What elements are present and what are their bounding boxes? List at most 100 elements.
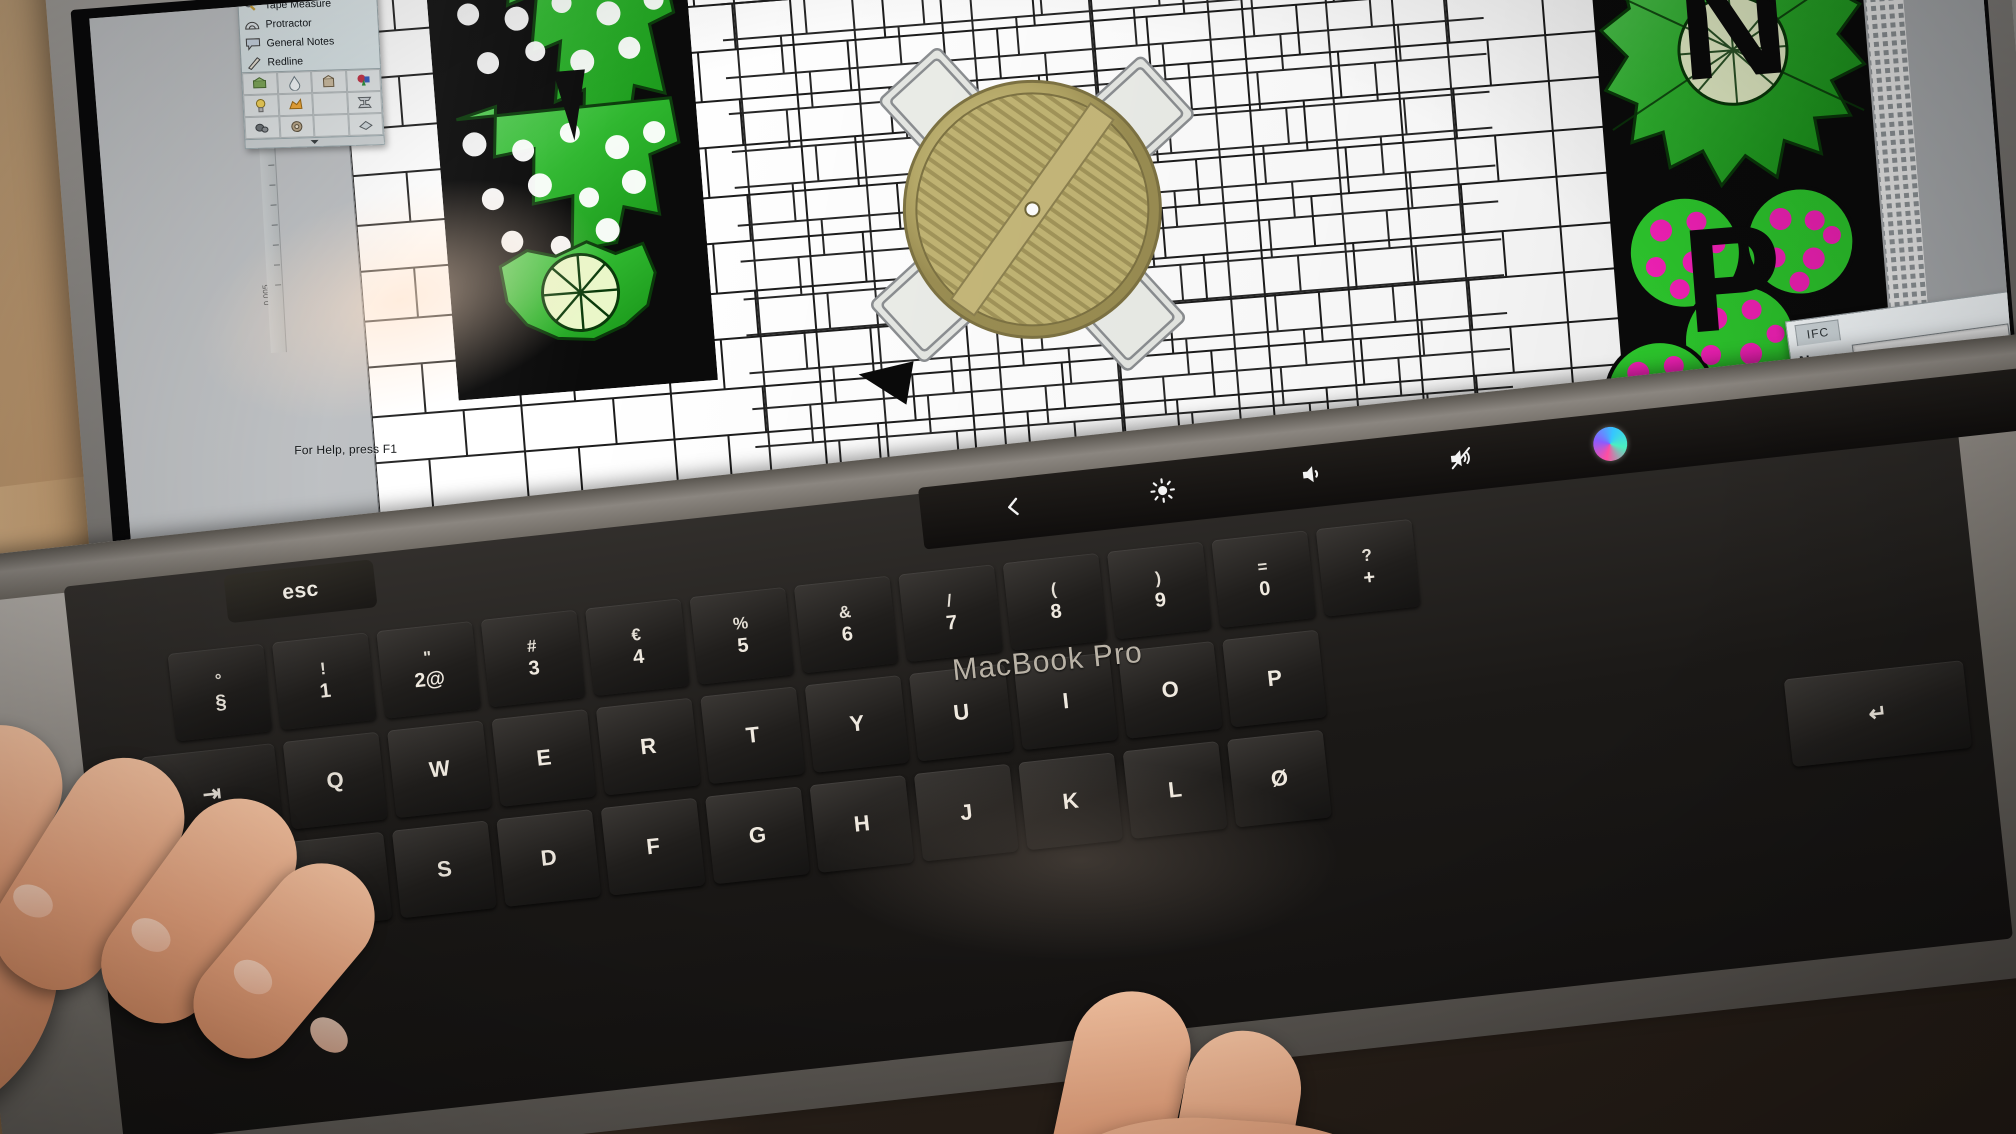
key-esc[interactable]: esc <box>223 559 378 624</box>
key-label: ⇥ <box>201 780 223 807</box>
key-g[interactable]: G <box>705 786 810 885</box>
key-3[interactable]: # 3 <box>480 609 586 708</box>
svg-text:N: N <box>1671 0 1794 113</box>
key-bullet[interactable]: • <box>129 843 289 947</box>
key-label: H <box>852 810 872 837</box>
key-return[interactable]: ↵ <box>1783 660 1973 768</box>
key-f[interactable]: F <box>600 797 706 896</box>
swatch-surface[interactable] <box>347 112 384 136</box>
key-base-label: 6 <box>840 622 855 646</box>
swatch-light-bulb[interactable] <box>243 94 279 118</box>
key-label: Y <box>848 710 866 737</box>
key-a[interactable]: A <box>287 831 393 930</box>
key-shift-label: = <box>1256 556 1269 577</box>
siri-orb-icon <box>1591 425 1629 463</box>
key-shift-label: ? <box>1360 545 1374 566</box>
key-base-label: 4 <box>631 645 646 669</box>
key-base-label: 9 <box>1153 588 1168 612</box>
key-label: • <box>203 881 214 908</box>
key-r[interactable]: R <box>595 697 701 796</box>
key-label: D <box>539 844 558 871</box>
key-6[interactable]: & 6 <box>793 575 899 674</box>
key-w[interactable]: W <box>387 720 492 819</box>
key-s[interactable]: S <box>391 820 497 919</box>
key-label: A <box>330 866 350 894</box>
key-label: U <box>952 698 971 726</box>
key-5[interactable]: % 5 <box>689 586 795 685</box>
key-l[interactable]: L <box>1122 741 1228 839</box>
key-label: R <box>638 732 658 760</box>
key-label: I <box>1061 687 1071 714</box>
key-label: ↵ <box>1867 699 1889 727</box>
key-section[interactable]: ° § <box>167 643 273 742</box>
svg-text:P: P <box>1677 192 1788 364</box>
annotation-tool-palette[interactable]: 1 Slope Dimension Grid Bubble <box>233 0 385 150</box>
leader-arrow-table <box>855 352 914 405</box>
key-shift-label: ( <box>1049 579 1058 600</box>
material-swatch-grid[interactable] <box>241 68 384 140</box>
protractor-icon <box>243 17 261 32</box>
key-shift-label: % <box>731 613 750 634</box>
redline-icon <box>245 55 263 70</box>
key-8[interactable]: ( 8 <box>1002 552 1108 651</box>
key-base-label: 7 <box>945 611 959 635</box>
patio-table-set[interactable] <box>828 5 1237 414</box>
key-label: J <box>958 799 974 826</box>
swatch-rgb-solids[interactable] <box>345 69 382 93</box>
swatch-gear[interactable] <box>278 115 315 139</box>
key-4[interactable]: € 4 <box>585 598 690 697</box>
key-0[interactable]: = 0 <box>1211 530 1317 629</box>
key-d[interactable]: D <box>496 809 602 907</box>
key-1[interactable]: ! 1 <box>271 632 377 731</box>
chevron-left-icon <box>999 492 1028 526</box>
key-p[interactable]: P <box>1222 629 1328 728</box>
key-j[interactable]: J <box>913 763 1019 862</box>
key-base-label: 8 <box>1049 600 1063 624</box>
key-label: L <box>1166 776 1184 803</box>
key-shift-label: & <box>837 601 853 623</box>
swatch-stone-block[interactable] <box>311 70 347 94</box>
key-q[interactable]: Q <box>282 731 388 830</box>
hedge-white-flower-bed[interactable] <box>420 0 718 401</box>
key-label: E <box>535 744 553 771</box>
key-base-label: 1 <box>318 679 333 703</box>
swatch-water-drop[interactable] <box>276 71 313 95</box>
key-2[interactable]: " 2@ <box>376 620 482 719</box>
key-shift-label: € <box>630 624 642 645</box>
key-k[interactable]: K <box>1018 752 1124 851</box>
key-plus[interactable]: ? + <box>1315 518 1421 617</box>
key-shift-label: # <box>526 636 538 657</box>
key-label: P <box>1265 664 1284 692</box>
key-tab[interactable]: ⇥ <box>140 743 284 845</box>
key-label: G <box>747 821 768 849</box>
swatch-empty-2[interactable] <box>313 114 349 138</box>
status-help-text: For Help, press F1 <box>294 441 398 458</box>
swatch-empty[interactable] <box>312 92 348 116</box>
key-label: S <box>435 855 453 883</box>
key-shift-label: / <box>945 591 953 611</box>
key-e[interactable]: E <box>491 709 597 807</box>
key-y[interactable]: Y <box>804 674 910 773</box>
chevron-down-icon <box>310 139 319 145</box>
key-oslash[interactable]: Ø <box>1226 729 1332 828</box>
tape-measure-icon <box>242 0 260 13</box>
key-h[interactable]: H <box>809 775 915 873</box>
swatch-terrain[interactable] <box>277 93 314 117</box>
swatch-grass-texture[interactable] <box>242 72 278 96</box>
tool-label: Redline <box>267 54 304 68</box>
tool-label: Protractor <box>265 16 312 30</box>
key-label: Q <box>325 766 345 794</box>
general-notes-icon <box>244 36 262 51</box>
swatch-i-beam[interactable] <box>346 90 383 115</box>
key-base-label: 0 <box>1258 577 1272 601</box>
key-label: K <box>1061 787 1080 815</box>
key-9[interactable]: ) 9 <box>1106 541 1212 640</box>
key-shift-label: ° <box>214 670 224 690</box>
key-7[interactable]: / 7 <box>898 564 1004 663</box>
swatch-pebble[interactable] <box>244 116 280 140</box>
key-shift-label: ! <box>319 659 327 679</box>
mute-icon <box>1447 443 1476 477</box>
key-t[interactable]: T <box>700 686 806 785</box>
key-shift-label: " <box>422 647 433 668</box>
key-label: F <box>645 833 662 860</box>
